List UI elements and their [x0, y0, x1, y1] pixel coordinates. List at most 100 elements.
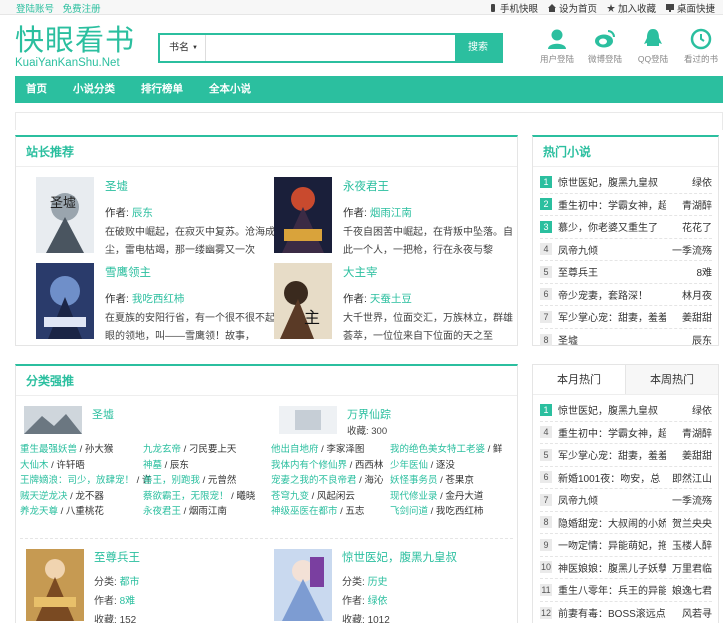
- qq-icon: [644, 29, 662, 46]
- mobile-link[interactable]: 手机快眼: [489, 1, 538, 15]
- logo-title: 快眼看书: [15, 23, 136, 57]
- hot-list-item[interactable]: 5 至尊兵王 8难: [540, 261, 712, 284]
- category-link[interactable]: 王牌嫡浪：司少，放肆宠！ / 许: [20, 473, 151, 489]
- book-cover[interactable]: 主: [274, 263, 332, 339]
- category-links: 九龙玄帝 / 刁民要上天 神墓 / 辰东 善王，别跑我 / 元曾然 蔡欲霸王，无…: [143, 442, 265, 520]
- book-title[interactable]: 大主宰: [343, 264, 521, 280]
- nav-rankings[interactable]: 排行榜单: [141, 76, 183, 103]
- category-panel: 分类强推 圣墟 万界仙踪 收藏: 300 重生最强妖兽 / 孙大猴 大仙木 / …: [15, 364, 518, 623]
- rank-list-item[interactable]: 11 重生八零年：兵王的异能 娘逸七君: [540, 579, 712, 602]
- book-cover[interactable]: [36, 263, 94, 339]
- category-book-title[interactable]: 圣墟: [92, 406, 114, 422]
- category-link[interactable]: 重生最强妖兽 / 孙大猴: [20, 442, 148, 458]
- tab-monthly[interactable]: 本月热门: [533, 365, 626, 394]
- category-link[interactable]: 我的绝色美女特工老婆 / 鲜: [390, 442, 514, 458]
- hot-list-item[interactable]: 1 惊世医妃，腹黑九皇叔 绿依: [540, 171, 712, 194]
- category-link[interactable]: 现代修业录 / 金丹大道: [390, 489, 514, 505]
- divider: [20, 538, 513, 539]
- recommend-book[interactable]: 雪鹰领主 作者: 我吃西红柿 在夏族的安阳行省，有一个很不很不起眼的领地，叫——…: [36, 263, 276, 351]
- category-link[interactable]: 飞剑问道 / 我吃西红柿: [390, 504, 514, 520]
- search-input[interactable]: [207, 35, 457, 61]
- category-link[interactable]: 大仙木 / 许轩晤: [20, 458, 148, 474]
- user-login-button[interactable]: 用户登陆: [533, 28, 581, 65]
- book-title[interactable]: 至尊兵王: [94, 549, 140, 565]
- category-link[interactable]: 养龙天尊 / 八重桃花: [20, 504, 148, 520]
- category-link[interactable]: 少年医仙 / 逐没: [390, 458, 514, 474]
- book-title[interactable]: 雪鹰领主: [105, 264, 283, 280]
- add-favorite-link[interactable]: 加入收藏: [606, 1, 656, 15]
- rank-list-item[interactable]: 7 凤帝九倾 一季流殇: [540, 489, 712, 512]
- login-link[interactable]: 登陆账号: [16, 4, 54, 15]
- category-links: 他出自地府 / 李家泽图 我体内有个修仙界 / 西西林 宠妻之我的不良帝君 / …: [271, 442, 391, 520]
- history-button[interactable]: 看过的书: [677, 28, 723, 65]
- nav-completed[interactable]: 全本小说: [209, 76, 251, 103]
- category-link[interactable]: 他出自地府 / 李家泽图: [271, 442, 391, 458]
- category-link[interactable]: 苍穹九变 / 风起闲云: [271, 489, 391, 505]
- hot-list-item[interactable]: 6 帝少宠妻，套路深！ 林月夜: [540, 284, 712, 306]
- rank-list-item[interactable]: 12 前妻有毒：BOSS滚远点 风若寻: [540, 602, 712, 623]
- category-thumb[interactable]: [24, 406, 82, 434]
- hot-list-item[interactable]: 7 军少掌心宠：甜妻，羞羞 姜甜甜: [540, 306, 712, 329]
- tab-weekly[interactable]: 本周热门: [626, 365, 718, 394]
- book-cover[interactable]: [274, 549, 332, 621]
- desktop-shortcut-link[interactable]: 桌面快捷: [665, 1, 715, 15]
- category-link[interactable]: 贼天逆龙决 / 龙不器: [20, 489, 148, 505]
- site-logo[interactable]: 快眼看书 KuaiYanKanShu.Net: [15, 24, 135, 69]
- hot-list-item[interactable]: 2 重生初中：学霸女神，超 青湖醉: [540, 194, 712, 216]
- nav-categories[interactable]: 小说分类: [73, 76, 115, 103]
- set-homepage-link[interactable]: 设为首页: [547, 1, 597, 15]
- book-cover[interactable]: [274, 177, 332, 253]
- rank-list-item[interactable]: 8 隐婚甜宠：大叔闹的小娇 贺兰央央: [540, 512, 712, 534]
- category-link[interactable]: 蔡欲霸王，无限宠！ / 曦晓: [143, 489, 265, 505]
- category-link[interactable]: 妖怪事务员 / 苍果京: [390, 473, 514, 489]
- book-title[interactable]: 圣墟: [105, 178, 283, 194]
- weibo-icon: [595, 30, 615, 48]
- rank-list-item[interactable]: 6 新婚1001夜：吻安，总 即然江山: [540, 467, 712, 489]
- book-description: 大千世界，位面交汇，万族林立，群雄荟萃，一位位来自下位面的天之至: [343, 313, 513, 342]
- featured-book[interactable]: 惊世医妃，腹黑九皇叔 分类: 历史 作者: 绿依 收藏: 1012: [274, 549, 514, 623]
- desktop-icon: [665, 4, 674, 12]
- rank-list-item[interactable]: 5 军少掌心宠：甜妻，羞羞 姜甜甜: [540, 444, 712, 467]
- ranking-panel: 本月热门 本周热门 1 惊世医妃，腹黑九皇叔 绿依 4 重生初中：学霸女神，超给 青湖醉…: [532, 364, 719, 623]
- recommend-book[interactable]: 圣墟 圣墟 作者: 辰东 在破败中崛起，在寂灭中复苏。沧海成尘，雷电枯竭，那一缕…: [36, 177, 276, 265]
- hot-list-item[interactable]: 3 慕少，你老婆又重生了 花花了: [540, 216, 712, 239]
- category-link[interactable]: 永夜君王 / 烟雨江南: [143, 504, 265, 520]
- category-link[interactable]: 宠妻之我的不良帝君 / 海沁: [271, 473, 391, 489]
- svg-text:主: 主: [304, 308, 320, 327]
- rank-list-item[interactable]: 9 一吻定情：异能萌妃，拖 玉楼人醉: [540, 534, 712, 557]
- category-link[interactable]: 九龙玄帝 / 刁民要上天: [143, 442, 265, 458]
- book-title[interactable]: 惊世医妃，腹黑九皇叔: [342, 549, 457, 565]
- hot-list-item[interactable]: 8 圣墟 辰东: [540, 329, 712, 352]
- category-link[interactable]: 神墓 / 辰东: [143, 458, 265, 474]
- book-description: 千夜自困苦中崛起，在背叛中坠落。自此一个人，一把枪，行在永夜与黎: [343, 227, 513, 256]
- book-title[interactable]: 永夜君王: [343, 178, 521, 194]
- rank-list-item[interactable]: 10 神医娘娘：腹黑儿子妖孽 万里君临: [540, 557, 712, 579]
- search-button[interactable]: 搜索: [455, 35, 501, 61]
- rank-list-item[interactable]: 4 重生初中：学霸女神，超给 青湖醉: [540, 422, 712, 444]
- category-link[interactable]: 神级巫医在都市 / 五志: [271, 504, 391, 520]
- category-link[interactable]: 善王，别跑我 / 元曾然: [143, 473, 265, 489]
- recommend-book[interactable]: 主 大主宰 作者: 天蚕土豆 大千世界，位面交汇，万族林立，群雄荟萃，一位位来自…: [274, 263, 514, 351]
- search-bar: 书名 ▼ 搜索: [158, 33, 503, 63]
- nav-home[interactable]: 首页: [26, 76, 47, 103]
- category-thumb[interactable]: [279, 406, 337, 434]
- weibo-login-button[interactable]: 微博登陆: [581, 28, 629, 65]
- category-book-title[interactable]: 万界仙踪: [347, 406, 391, 422]
- book-cover[interactable]: 圣墟: [36, 177, 94, 253]
- category-link[interactable]: 我体内有个修仙界 / 西西林: [271, 458, 391, 474]
- book-category: 分类: 历史: [342, 577, 388, 588]
- search-category-select[interactable]: 书名 ▼: [160, 35, 206, 61]
- book-cover[interactable]: [26, 549, 84, 621]
- qq-login-button[interactable]: QQ登陆: [629, 28, 677, 65]
- book-description: 在破败中崛起，在寂灭中复苏。沧海成尘，雷电枯竭，那一缕幽雾又一次: [105, 227, 275, 256]
- featured-book[interactable]: 至尊兵王 分类: 都市 作者: 8难 收藏: 152: [26, 549, 256, 623]
- top-bar-links: 手机快眼 设为首页 加入收藏 桌面快捷: [489, 1, 715, 15]
- register-link[interactable]: 免费注册: [63, 4, 101, 15]
- rank-list-item[interactable]: 1 惊世医妃，腹黑九皇叔 绿依: [540, 399, 712, 422]
- book-author: 作者: 绿依: [342, 596, 388, 607]
- notice-bar: [15, 112, 723, 130]
- book-author: 作者: 辰东: [105, 207, 153, 219]
- hot-list-item[interactable]: 4 凤帝九倾 一季流殇: [540, 239, 712, 261]
- recommend-book[interactable]: 永夜君王 作者: 烟雨江南 千夜自困苦中崛起，在背叛中坠落。自此一个人，一把枪，…: [274, 177, 514, 265]
- hot-novels-panel: 热门小说 1 惊世医妃，腹黑九皇叔 绿依 2 重生初中：学霸女神，超 青湖醉 3 慕少，你…: [532, 135, 719, 347]
